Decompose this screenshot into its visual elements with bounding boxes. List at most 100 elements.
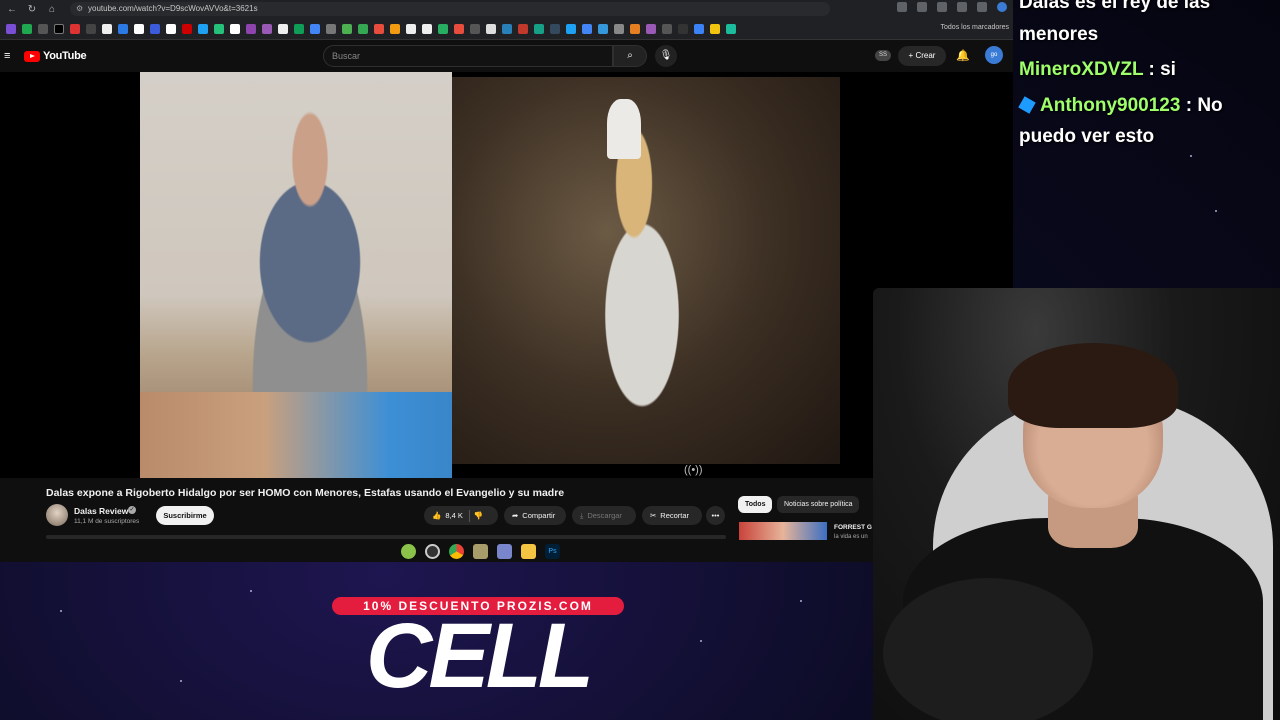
- search-icon[interactable]: ⌕: [613, 45, 647, 67]
- create-button[interactable]: + Crear: [898, 46, 946, 66]
- bookmark-favicon[interactable]: [486, 23, 496, 34]
- bookmark-favicon[interactable]: [150, 23, 160, 34]
- bookmark-favicon[interactable]: [470, 23, 480, 34]
- chip-all[interactable]: Todos: [738, 496, 773, 513]
- bookmark-favicon[interactable]: [358, 23, 368, 34]
- bookmark-favicon[interactable]: [38, 23, 48, 34]
- site-info-icon[interactable]: ⚙: [76, 2, 83, 16]
- bookmark-favicon[interactable]: [502, 23, 512, 34]
- url-field[interactable]: ⚙ youtube.com/watch?v=D9scWovAVVo&t=3621…: [70, 2, 830, 16]
- bookmark-favicon[interactable]: [22, 23, 32, 34]
- bookmark-favicon[interactable]: [214, 23, 224, 34]
- bookmark-favicon[interactable]: [6, 23, 16, 34]
- app-icon[interactable]: [401, 543, 416, 559]
- youtube-logo[interactable]: YouTube: [24, 50, 87, 62]
- bookmark-favicon[interactable]: [342, 23, 352, 34]
- bookmark-favicon[interactable]: [582, 23, 592, 34]
- bookmark-favicon[interactable]: [646, 23, 656, 34]
- reload-icon[interactable]: ↻: [24, 2, 40, 16]
- chrome-icon[interactable]: [449, 543, 464, 559]
- bookmark-favicon[interactable]: [86, 23, 96, 34]
- bookmark-favicon[interactable]: [118, 23, 128, 34]
- bookmark-favicon[interactable]: [614, 23, 624, 34]
- video-title: Dalas expone a Rigoberto Hidalgo por ser…: [46, 487, 565, 499]
- address-bar-row: ← ↻ ⌂ ⚙ youtube.com/watch?v=D9scWovAVVo&…: [0, 0, 1013, 18]
- bookmark-favicon[interactable]: [710, 23, 720, 34]
- description-box[interactable]: [46, 535, 726, 539]
- photoshop-icon[interactable]: Ps: [545, 543, 560, 559]
- bookmark-favicon[interactable]: [726, 23, 736, 34]
- extension-icon[interactable]: [957, 2, 967, 12]
- puzzle-icon[interactable]: [977, 2, 987, 12]
- bookmark-favicon[interactable]: [310, 23, 320, 34]
- hair-image: [1008, 343, 1178, 428]
- home-icon[interactable]: ⌂: [44, 2, 60, 16]
- recommended-title[interactable]: FORREST G: [834, 524, 872, 531]
- share-button[interactable]: ➦ Compartir: [504, 506, 566, 525]
- like-dislike-group: 👍 8,4 K 👎: [424, 506, 498, 525]
- bookmark-favicon[interactable]: [678, 23, 688, 34]
- bookmark-favicon[interactable]: [102, 23, 112, 34]
- app-icon[interactable]: [497, 543, 512, 559]
- bookmark-favicon[interactable]: [534, 23, 544, 34]
- bookmark-favicon[interactable]: [550, 23, 560, 34]
- more-options-icon[interactable]: •••: [706, 506, 725, 525]
- video-player[interactable]: ((•)) x29: [0, 72, 1013, 478]
- thumbs-up-icon[interactable]: 👍: [432, 506, 441, 525]
- bookmark-favicon[interactable]: [278, 23, 288, 34]
- bookmark-favicon[interactable]: [294, 23, 304, 34]
- divider: [468, 509, 470, 522]
- folder-icon[interactable]: [521, 543, 536, 559]
- bookmark-favicon[interactable]: [326, 23, 336, 34]
- download-icon: ⤓: [580, 511, 584, 520]
- bookmark-favicon[interactable]: [166, 23, 176, 34]
- bookmark-favicon[interactable]: [134, 23, 144, 34]
- like-count[interactable]: 8,4 K: [445, 506, 463, 525]
- extension-icon[interactable]: [937, 2, 947, 12]
- game-icon[interactable]: [473, 543, 488, 559]
- bookmark-favicon[interactable]: [422, 23, 432, 34]
- bookmark-star-icon[interactable]: [917, 2, 927, 12]
- profile-icon[interactable]: [997, 2, 1007, 12]
- bookmark-favicon[interactable]: [518, 23, 528, 34]
- bookmark-favicon[interactable]: [246, 23, 256, 34]
- bookmark-favicon[interactable]: [198, 23, 208, 34]
- chip-politics[interactable]: Noticias sobre política: [777, 496, 860, 513]
- thumbs-down-icon[interactable]: 👎: [474, 506, 483, 525]
- bookmark-favicon[interactable]: [406, 23, 416, 34]
- hamburger-menu-icon[interactable]: ≡: [4, 50, 10, 62]
- mitre-hat-image: [607, 99, 641, 159]
- bookmark-favicon[interactable]: [390, 23, 400, 34]
- channel-avatar[interactable]: [46, 504, 68, 526]
- clip-button[interactable]: ✂ Recortar: [642, 506, 702, 525]
- channel-name[interactable]: Dalas Review: [74, 506, 128, 516]
- promo-headline: CELL: [365, 605, 594, 707]
- bookmark-favicon[interactable]: [566, 23, 576, 34]
- notifications-bell-icon[interactable]: 🔔: [956, 49, 970, 62]
- all-bookmarks-link[interactable]: Todos los marcadores: [941, 24, 1009, 31]
- bookmark-favicon[interactable]: [630, 23, 640, 34]
- bookmark-favicon[interactable]: [598, 23, 608, 34]
- microphone-icon[interactable]: 🎙: [655, 45, 677, 67]
- recommended-thumbnail[interactable]: [739, 522, 827, 540]
- obs-icon[interactable]: [425, 543, 440, 559]
- extension-icon[interactable]: [897, 2, 907, 12]
- account-avatar[interactable]: go: [985, 46, 1003, 64]
- back-icon[interactable]: ←: [4, 2, 20, 16]
- subscribe-button[interactable]: Suscribirme: [156, 506, 214, 525]
- bookmark-favicon[interactable]: [230, 23, 240, 34]
- bookmark-favicon[interactable]: [454, 23, 464, 34]
- bookmark-favicon[interactable]: [694, 23, 704, 34]
- bookmark-favicon[interactable]: [182, 23, 192, 34]
- bookmark-favicon[interactable]: [438, 23, 448, 34]
- extension-badge[interactable]: SS: [875, 50, 891, 61]
- bookmark-favicon[interactable]: [662, 23, 672, 34]
- bookmark-favicon[interactable]: [262, 23, 272, 34]
- cube-badge-icon: [1018, 96, 1036, 114]
- search-input[interactable]: Buscar: [323, 45, 613, 67]
- bookmark-favicon[interactable]: [374, 23, 384, 34]
- promo-code-banner: 10% DESCUENTO PROZIS.COM: [332, 597, 624, 615]
- download-button[interactable]: ⤓ Descargar: [572, 506, 636, 525]
- bookmark-favicon[interactable]: [70, 23, 80, 34]
- bookmark-favicon[interactable]: [54, 23, 64, 34]
